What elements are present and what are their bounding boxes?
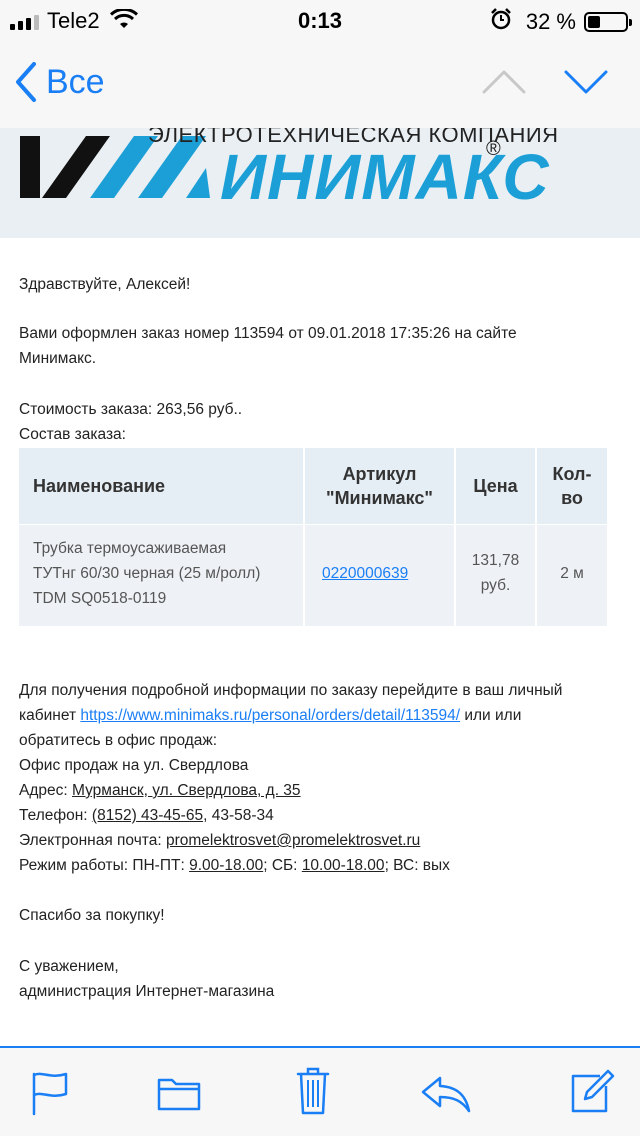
address-label: Адрес: <box>19 782 68 799</box>
greeting: Здравствуйте, Алексей! <box>19 276 191 293</box>
order-details-info: Для получения подробной информации по за… <box>19 678 609 878</box>
phone-link[interactable]: (8152) 43-45-65 <box>92 807 203 824</box>
nav-bar: Все <box>0 40 640 128</box>
chevron-down-icon <box>564 70 608 94</box>
header-article-line1: Артикул <box>342 464 417 484</box>
battery-icon <box>584 11 632 32</box>
status-right: 32 % <box>490 8 632 35</box>
header-name: Наименование <box>33 476 166 496</box>
order-composition-label: Состав заказа: <box>19 426 126 443</box>
phone-label: Телефон: <box>19 807 88 824</box>
move-to-folder-button[interactable] <box>156 1074 202 1117</box>
thanks-text: Спасибо за покупку! <box>19 907 165 924</box>
product-name-line2: ТУТнг 60/30 черная (25 м/ролл) <box>33 565 261 582</box>
regards-line2: администрация Интернет-магазина <box>19 983 275 1000</box>
hours-sunday: ; ВС: вых <box>384 857 450 874</box>
order-table: Наименование Артикул "Минимакс" Цена Кол… <box>19 448 607 626</box>
back-button[interactable]: Все <box>14 62 105 102</box>
info-suffix: или или <box>464 707 522 724</box>
header-price: Цена <box>473 476 518 496</box>
info-line: Для получения подробной информации по за… <box>19 682 563 699</box>
hours-sat-label: ; СБ: <box>263 857 298 874</box>
previous-message-button[interactable] <box>482 68 526 101</box>
office-name: Офис продаж на ул. Свердлова <box>19 757 249 774</box>
info-prefix: кабинет <box>19 707 77 724</box>
cell-price: 131,78 руб. <box>456 548 535 598</box>
email-label: Электронная почта: <box>19 832 162 849</box>
reply-icon <box>421 1076 471 1113</box>
hours-weekday: 9.00-18.00 <box>189 857 264 874</box>
office-email: Электронная почта: promelektrosvet@prome… <box>19 828 609 853</box>
price-line1: 131,78 <box>471 552 520 569</box>
price-line2: руб. <box>480 577 511 594</box>
hours-prefix: Режим работы: ПН-ПТ: <box>19 857 185 874</box>
header-article-line2: "Минимакс" <box>326 488 433 508</box>
product-name-line1: Трубка термоусаживаемая <box>33 540 227 557</box>
battery-level <box>588 15 600 28</box>
email-link[interactable]: promelektrosvet@promelektrosvet.ru <box>166 832 420 849</box>
article-link[interactable]: 0220000639 <box>322 565 408 582</box>
header-qty-line1: Кол- <box>552 464 592 484</box>
delete-button[interactable] <box>296 1066 330 1121</box>
bottom-toolbar <box>0 1046 640 1136</box>
cell-qty: 2 м <box>560 565 584 582</box>
product-name-line3: TDM SQ0518-0119 <box>33 590 167 607</box>
registered-mark: ® <box>486 138 501 160</box>
flag-icon <box>32 1072 68 1116</box>
alarm-icon <box>490 8 512 35</box>
trash-icon <box>296 1067 330 1115</box>
next-message-button[interactable] <box>564 68 608 101</box>
folder-icon <box>157 1078 201 1111</box>
chevron-up-icon <box>482 70 526 94</box>
info-line-link: кабинет https://www.minimaks.ru/personal… <box>19 703 609 728</box>
regards-line1: С уважением, <box>19 958 119 975</box>
compose-icon <box>571 1069 615 1113</box>
chevron-left-icon <box>16 62 36 102</box>
office-address: Адрес: Мурманск, ул. Свердлова, д. 35 <box>19 778 609 803</box>
order-cost: Стоимость заказа: 263,56 руб.. <box>19 401 243 418</box>
hours-saturday: 10.00-18.00 <box>301 857 385 874</box>
address-value[interactable]: Мурманск, ул. Свердлова, д. 35 <box>72 782 301 799</box>
info-line: обратитесь в офис продаж: <box>19 732 218 749</box>
phone-extra: , 43-58-34 <box>203 807 274 824</box>
office-hours: Режим работы: ПН-ПТ: 9.00-18.00; СБ: 10.… <box>19 853 609 878</box>
back-label: Все <box>46 62 105 101</box>
battery-percent: 32 % <box>525 8 576 34</box>
status-bar: Tele2 0:13 32 % <box>0 0 640 40</box>
office-phone: Телефон: (8152) 43-45-65, 43-58-34 <box>19 803 609 828</box>
header-qty-line2: во <box>561 488 583 508</box>
reply-button[interactable] <box>420 1074 472 1119</box>
order-info: Вами оформлен заказ номер 113594 от 09.0… <box>19 325 517 367</box>
compose-button[interactable] <box>570 1068 616 1119</box>
cell-article: 0220000639 <box>322 561 408 586</box>
regards: С уважением, администрация Интернет-мага… <box>19 954 274 1004</box>
cell-product-name: Трубка термоусаживаемая ТУТнг 60/30 черн… <box>33 536 260 611</box>
header-qty: Кол- во <box>537 462 607 510</box>
flag-button[interactable] <box>30 1070 70 1121</box>
company-banner: ЭЛЕКТРОТЕХНИЧЕСКАЯ КОМПАНИЯ ИНИМАКС ® <box>0 128 640 238</box>
order-detail-link[interactable]: https://www.minimaks.ru/personal/orders/… <box>80 707 460 724</box>
header-article: Артикул "Минимакс" <box>305 462 454 510</box>
